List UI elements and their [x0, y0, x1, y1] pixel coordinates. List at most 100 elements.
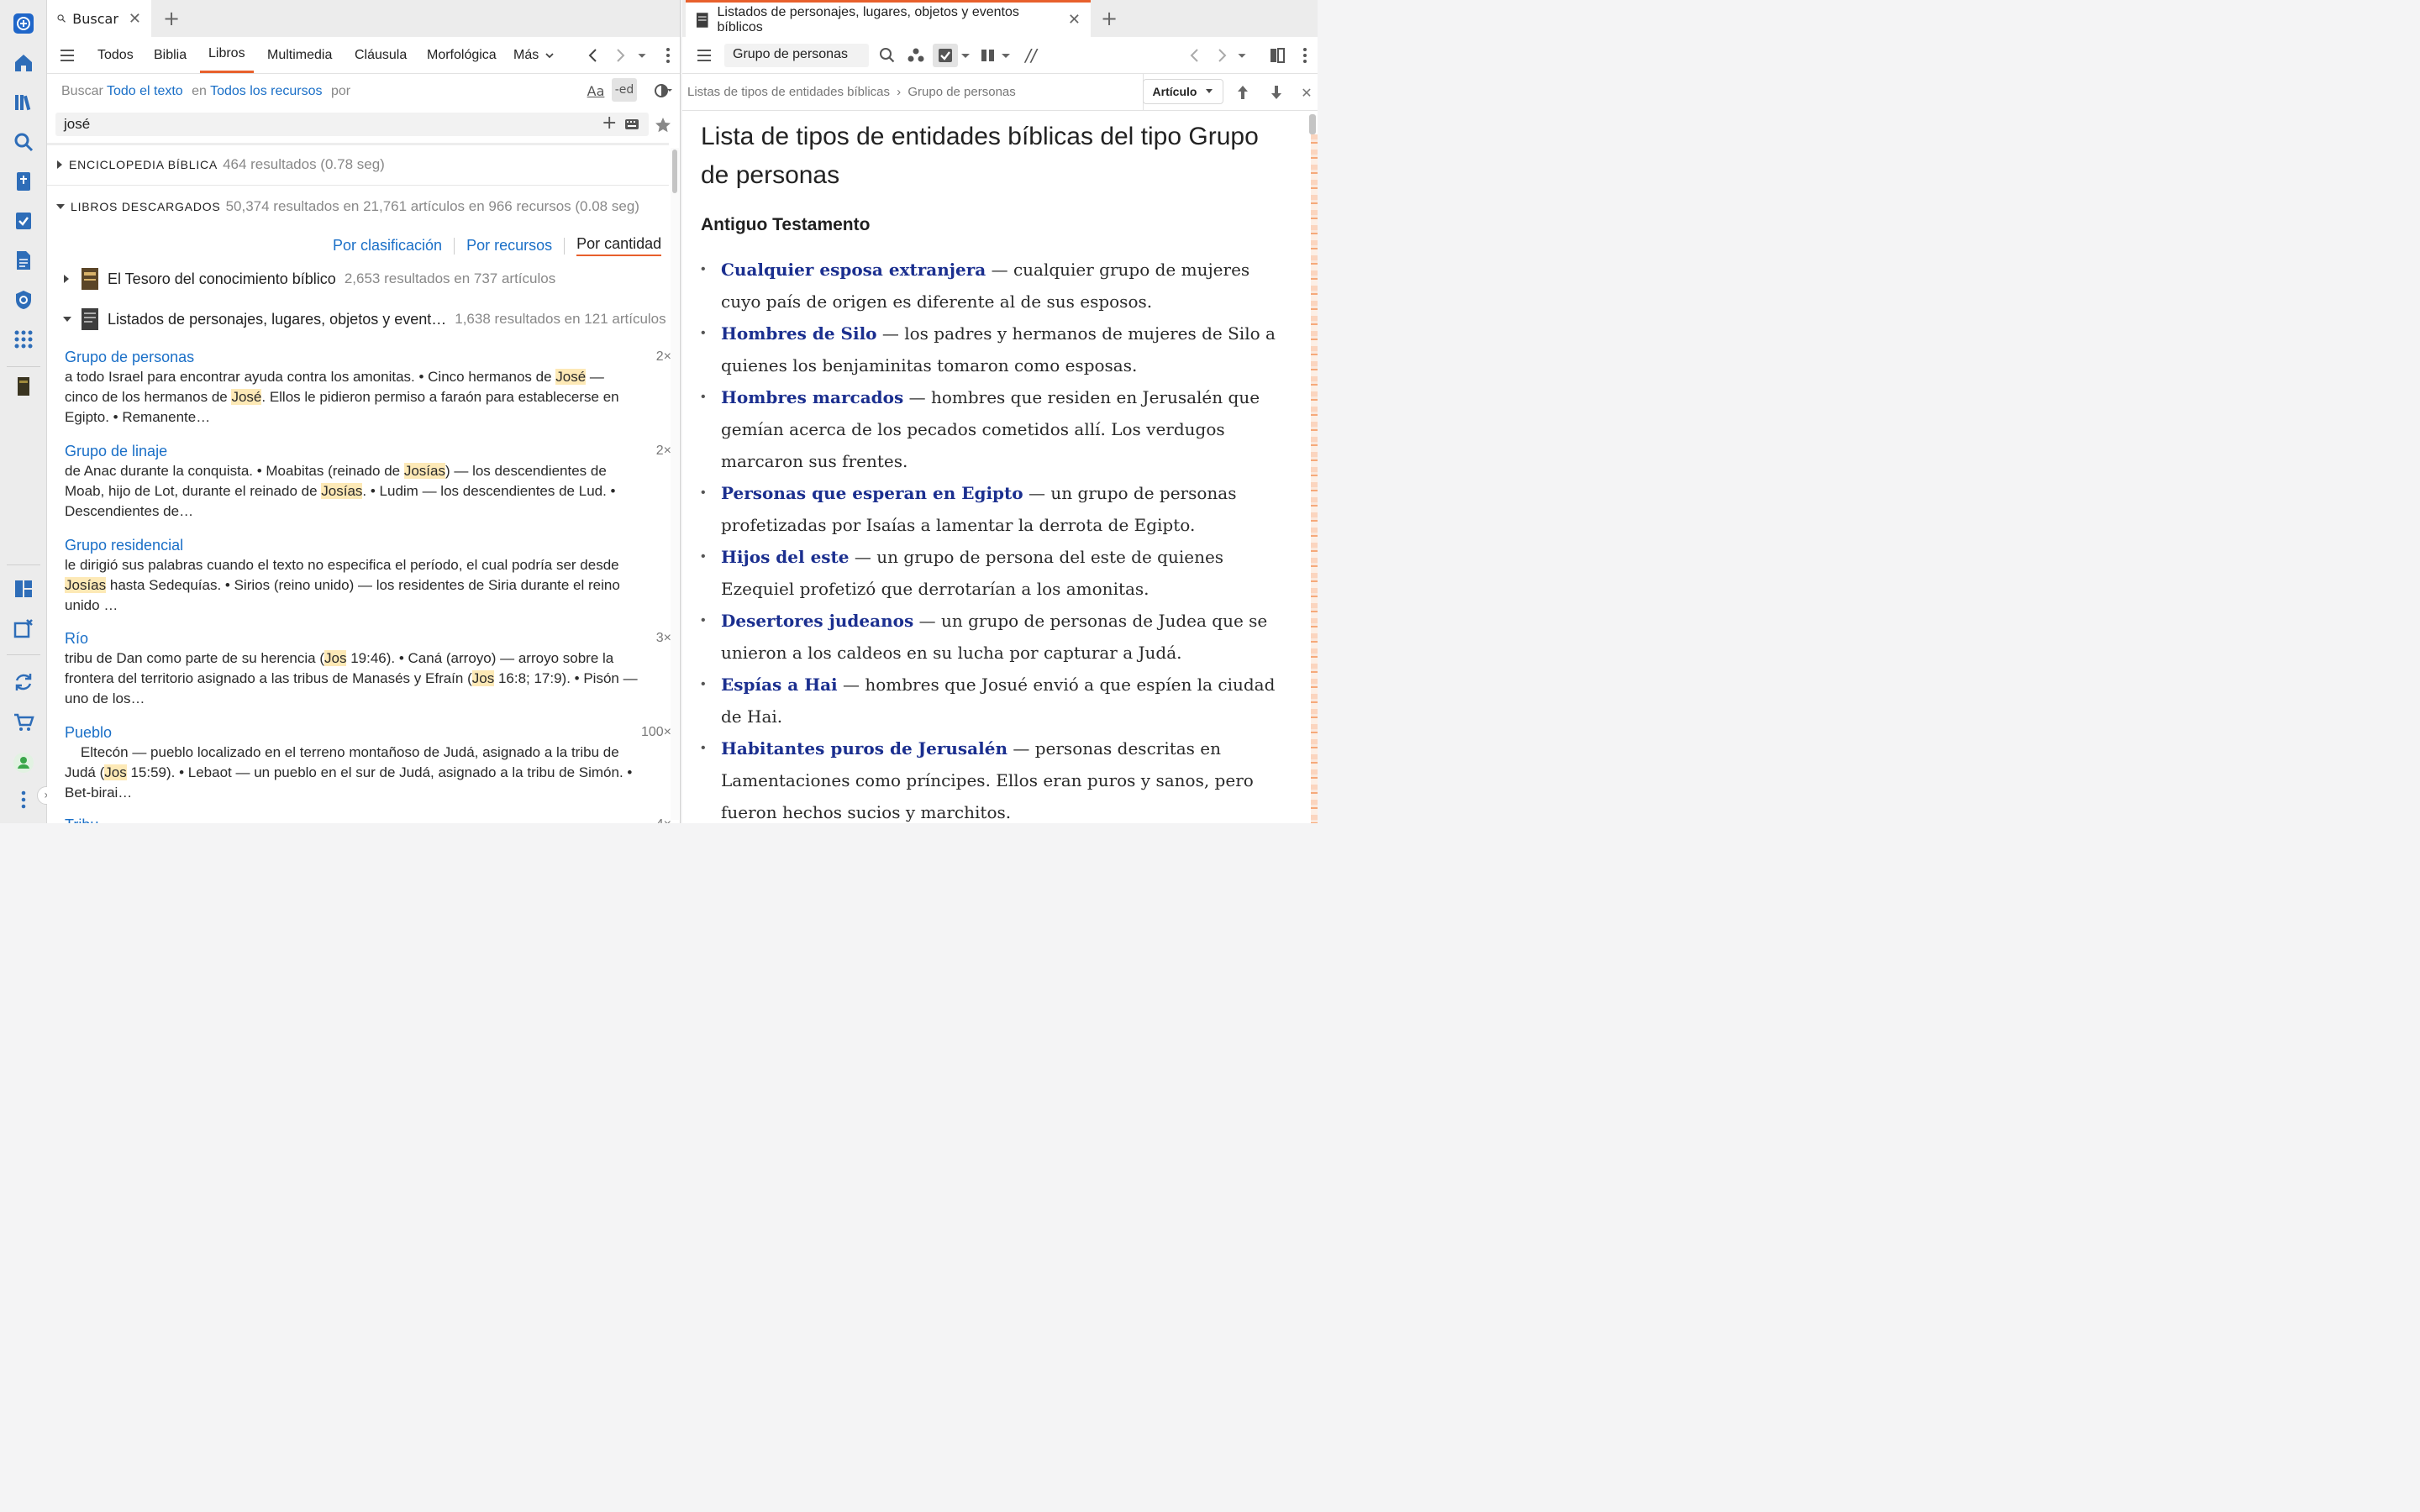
tab-resource[interactable]: Listados de personajes, lugares, objetos…: [686, 0, 1091, 37]
library-icon[interactable]: [10, 89, 37, 116]
more-options-icon[interactable]: [1296, 45, 1314, 66]
result-title[interactable]: Río: [65, 628, 655, 648]
match-forms-icon[interactable]: -ed: [612, 78, 637, 102]
close-panels-icon[interactable]: [10, 615, 37, 642]
dropdown-arrow-icon[interactable]: [1000, 45, 1012, 66]
forward-icon[interactable]: [1212, 45, 1232, 66]
split-view-icon[interactable]: [1267, 45, 1287, 66]
scrollbar[interactable]: [671, 148, 679, 820]
bible-icon[interactable]: [10, 168, 37, 195]
view-select[interactable]: Artículo: [1143, 79, 1223, 104]
book-row[interactable]: Listados de personajes, lugares, objetos…: [62, 307, 666, 331]
history-dropdown-icon[interactable]: [634, 45, 650, 66]
layouts-icon[interactable]: [10, 575, 37, 602]
search-result[interactable]: Río 3× tribu de Dan como parte de su her…: [65, 628, 671, 709]
sort-by-rank[interactable]: Por clasificación: [333, 237, 442, 255]
back-icon[interactable]: [1185, 45, 1205, 66]
rail-divider: [7, 654, 40, 655]
checklist-toggle-icon[interactable]: [933, 44, 958, 67]
tab-todos[interactable]: Todos: [97, 37, 134, 73]
tab-search[interactable]: Buscar ✕: [47, 0, 151, 37]
result-title[interactable]: Tribu: [65, 815, 655, 823]
result-title[interactable]: Grupo residencial: [65, 535, 655, 555]
star-icon[interactable]: [654, 116, 672, 134]
book-cover-icon: [82, 308, 98, 330]
add-term-icon[interactable]: +: [602, 113, 617, 134]
people-icon[interactable]: [906, 45, 926, 66]
tab-biblia[interactable]: Biblia: [154, 37, 187, 73]
back-icon[interactable]: [583, 45, 603, 66]
history-dropdown-icon[interactable]: [1234, 45, 1250, 66]
search-result[interactable]: Tribu 4×: [65, 815, 671, 823]
search-icon[interactable]: [877, 45, 897, 66]
list-item: Desertores judeanos — un grupo de person…: [701, 605, 1289, 669]
forward-icon[interactable]: [610, 45, 630, 66]
home-icon[interactable]: [10, 50, 37, 76]
location-input[interactable]: Grupo de personas: [724, 44, 869, 67]
tab-multimedia[interactable]: Multimedia: [267, 37, 332, 73]
breadcrumb-current[interactable]: Grupo de personas: [908, 85, 1015, 99]
sync-icon[interactable]: [10, 669, 37, 696]
sort-options: Por clasificación Por recursos Por canti…: [333, 235, 662, 256]
close-tab-icon[interactable]: ✕: [1068, 11, 1081, 29]
entity-link[interactable]: Personas que esperan en Egipto: [721, 483, 1023, 503]
scrollbar-thumb[interactable]: [672, 150, 677, 193]
search-input[interactable]: josé +: [55, 113, 649, 136]
tab-clausula[interactable]: Cláusula: [355, 37, 407, 73]
visual-filter-icon[interactable]: [650, 81, 676, 101]
result-title[interactable]: Grupo de linaje: [65, 441, 655, 461]
keyboard-icon[interactable]: [624, 118, 639, 130]
close-tab-icon[interactable]: ✕: [129, 10, 141, 28]
cart-icon[interactable]: [10, 709, 37, 736]
match-case-icon[interactable]: Aa: [585, 81, 607, 101]
resources-link[interactable]: Todos los recursos: [210, 84, 322, 98]
more-vertical-icon[interactable]: [10, 786, 37, 813]
search-icon[interactable]: [10, 129, 37, 155]
scope-link[interactable]: Todo el texto: [107, 84, 183, 98]
tab-libros[interactable]: Libros: [200, 37, 254, 73]
next-section-icon[interactable]: [1267, 82, 1286, 102]
book-stats: 1,638 resultados en 121 artículos: [455, 311, 666, 327]
shield-icon[interactable]: [10, 286, 37, 313]
encyclopedia-section[interactable]: ENCICLOPEDIA BÍBLICA 464 resultados (0.7…: [55, 156, 385, 173]
book-cover-icon: [696, 12, 708, 28]
add-tab-icon[interactable]: +: [158, 5, 185, 32]
tab-morfologica[interactable]: Morfológica: [427, 37, 497, 73]
entity-link[interactable]: Hombres de Silo: [721, 323, 877, 344]
entity-link[interactable]: Desertores judeanos: [721, 611, 913, 631]
entity-link[interactable]: Hijos del este: [721, 547, 850, 567]
search-result[interactable]: Grupo de personas 2× a todo Israel para …: [65, 347, 671, 428]
result-title[interactable]: Pueblo: [65, 722, 655, 743]
apps-grid-icon[interactable]: [10, 326, 37, 353]
scrollbar-thumb[interactable]: [1309, 114, 1316, 134]
search-hits-minimap[interactable]: [1311, 134, 1318, 823]
entity-link[interactable]: Espías a Hai: [721, 675, 838, 695]
search-result[interactable]: Pueblo 100× Eltecón — pueblo localizado …: [65, 722, 671, 803]
search-result[interactable]: Grupo residencial le dirigió sus palabra…: [65, 535, 655, 616]
entity-link[interactable]: Hombres marcados: [721, 387, 903, 407]
entity-link[interactable]: Habitantes puros de Jerusalén: [721, 738, 1007, 759]
parallel-resources-icon[interactable]: //: [1020, 45, 1042, 66]
panel-menu-icon[interactable]: [57, 45, 77, 66]
book-row[interactable]: El Tesoro del conocimiento bíblico 2,653…: [62, 267, 555, 291]
result-title[interactable]: Grupo de personas: [65, 347, 655, 367]
document-icon[interactable]: [10, 247, 37, 274]
tab-mas[interactable]: Más: [513, 37, 555, 73]
more-options-icon[interactable]: [659, 45, 677, 66]
breadcrumb-parent[interactable]: Listas de tipos de entidades bíblicas: [687, 85, 890, 99]
panel-menu-icon[interactable]: [694, 45, 714, 66]
checklist-icon[interactable]: [10, 207, 37, 234]
columns-icon[interactable]: [978, 45, 998, 66]
previous-section-icon[interactable]: [1234, 82, 1252, 102]
sort-by-resource[interactable]: Por recursos: [466, 237, 552, 255]
book-thumbnail-icon[interactable]: [10, 373, 37, 400]
sort-by-count[interactable]: Por cantidad: [576, 235, 662, 256]
close-breadcrumb-icon[interactable]: ✕: [1299, 82, 1314, 102]
dropdown-arrow-icon[interactable]: [960, 45, 971, 66]
logos-logo-icon[interactable]: [10, 10, 37, 37]
downloaded-section[interactable]: LIBROS DESCARGADOS 50,374 resultados en …: [55, 198, 639, 215]
entity-link[interactable]: Cualquier esposa extranjera: [721, 260, 986, 280]
user-avatar-icon[interactable]: [10, 749, 37, 776]
search-result[interactable]: Grupo de linaje 2× de Anac durante la co…: [65, 441, 671, 522]
add-tab-icon[interactable]: +: [1096, 5, 1123, 32]
